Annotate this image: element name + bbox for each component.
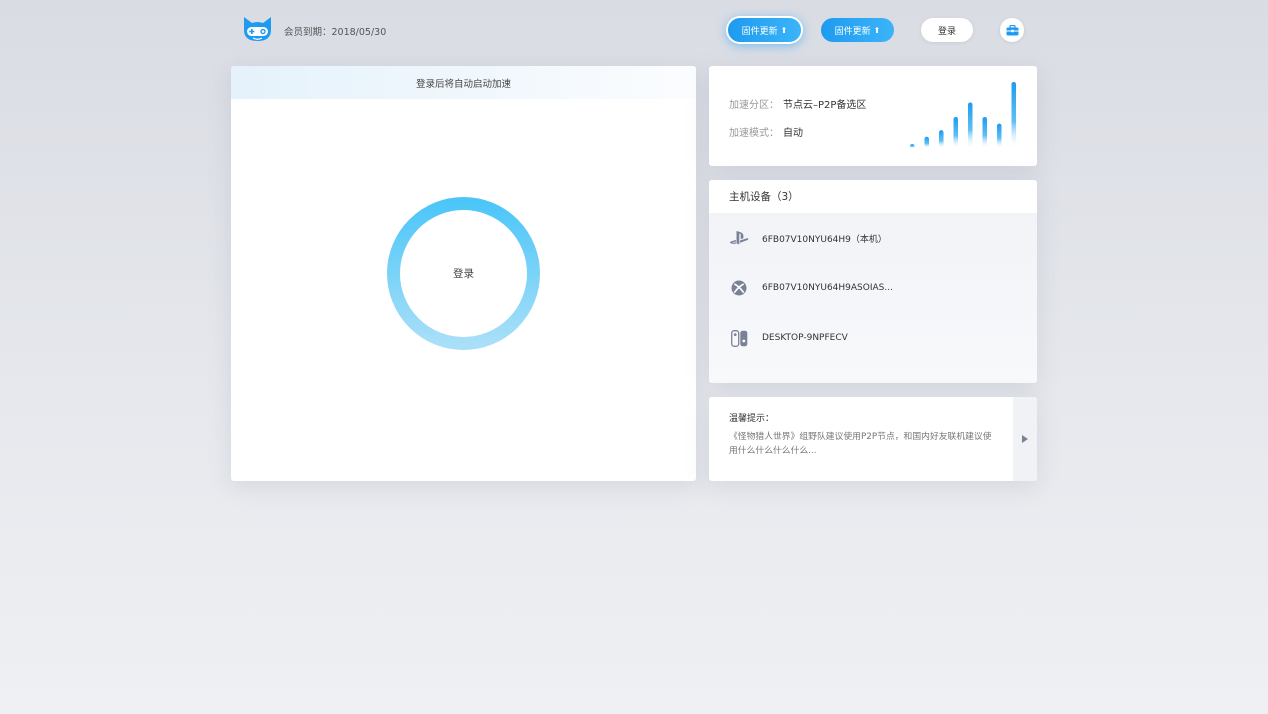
device-item-xbox[interactable]: 6FB07V10NYU64H9ASOIAS...	[709, 263, 1037, 313]
tip-title: 温馨提示：	[729, 414, 775, 424]
signal-bar	[1011, 82, 1016, 148]
cat-gamepad-logo-icon	[244, 17, 271, 41]
zone-value: 节点云–P2P备选区	[783, 100, 867, 111]
firmware-update-label: 固件更新	[834, 26, 871, 37]
device-list-title: 主机设备（3）	[709, 180, 1037, 213]
mode-row: 加速模式： 自动	[729, 124, 803, 139]
mode-label: 加速模式：	[729, 128, 779, 139]
toolbox-icon	[1006, 24, 1018, 35]
accelerate-panel: 登录后将自动启动加速 登录	[231, 66, 696, 481]
membership-expiry: 会员到期：2018/05/30	[284, 27, 387, 38]
signal-bar	[910, 144, 915, 148]
device-item-switch[interactable]: DESKTOP-9NPFECV	[709, 313, 1037, 363]
tip-panel: 温馨提示： 《怪物猎人世界》组野队建议使用P2P节点，和国内好友联机建议使用什么…	[709, 397, 1037, 481]
login-ring-button[interactable]: 登录	[387, 197, 540, 350]
signal-bar	[924, 136, 929, 148]
device-list: 6FB07V10NYU64H9（本机） 6FB07V10NYU64H9ASOIA…	[709, 213, 1037, 383]
signal-bar	[997, 123, 1002, 148]
signal-bar	[953, 116, 958, 148]
xbox-icon	[729, 278, 749, 298]
zone-row: 加速分区： 节点云–P2P备选区	[729, 96, 866, 111]
signal-bar	[968, 102, 973, 148]
app-window: 会员到期：2018/05/30 固件更新 ⬆ 固件更新 ⬆ 登录 登录后将自动启…	[0, 0, 1268, 714]
tip-body: 《怪物猎人世界》组野队建议使用P2P节点，和国内好友联机建议使用什么什么什么什么…	[729, 432, 992, 456]
zone-label: 加速分区：	[729, 100, 779, 111]
signal-bar	[939, 130, 944, 148]
host-device-panel: 主机设备（3） 6FB07V10NYU64H9（本机） 6FB07V10NYU6…	[709, 180, 1037, 383]
next-tip-button[interactable]	[1013, 397, 1037, 481]
signal-bar	[982, 116, 987, 148]
login-button[interactable]: 登录	[921, 18, 973, 42]
mode-value: 自动	[783, 128, 803, 139]
login-ring-label: 登录	[453, 268, 474, 280]
device-name: 6FB07V10NYU64H9ASOIAS...	[762, 283, 893, 293]
device-name: 6FB07V10NYU64H9（本机）	[762, 234, 887, 245]
play-arrow-icon	[1022, 435, 1028, 443]
device-item-playstation[interactable]: 6FB07V10NYU64H9（本机）	[709, 213, 1037, 263]
arrow-up-icon: ⬆	[780, 25, 788, 35]
firmware-update-label: 固件更新	[741, 26, 778, 37]
playstation-icon	[729, 228, 749, 248]
firmware-update-button-primary[interactable]: 固件更新 ⬆	[728, 18, 801, 42]
device-name: DESKTOP-9NPFECV	[762, 333, 848, 343]
switch-icon	[729, 328, 749, 348]
firmware-update-button[interactable]: 固件更新 ⬆	[821, 18, 894, 42]
toolbox-button[interactable]	[1000, 18, 1024, 42]
arrow-up-icon: ⬆	[873, 25, 881, 35]
auto-accelerate-banner: 登录后将自动启动加速	[231, 66, 696, 99]
acceleration-info-panel: 加速分区： 节点云–P2P备选区 加速模式： 自动	[709, 66, 1037, 166]
signal-strength-chart	[910, 82, 1016, 148]
